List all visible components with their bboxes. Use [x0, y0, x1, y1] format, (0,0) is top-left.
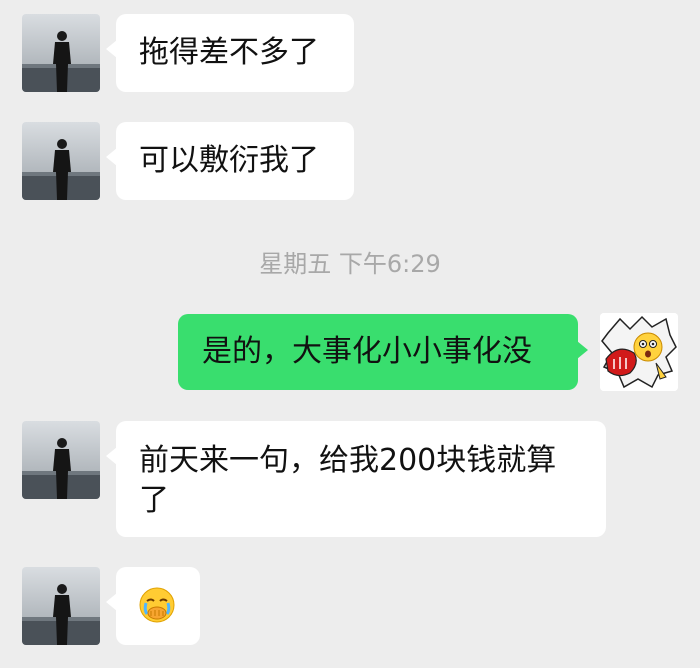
message-bubble-incoming[interactable]: 拖得差不多了	[106, 14, 354, 92]
message-bubble-incoming[interactable]	[106, 567, 200, 645]
contact-avatar[interactable]	[22, 14, 100, 92]
avatar-person-silhouette-icon	[22, 122, 100, 200]
contact-avatar[interactable]	[22, 421, 100, 499]
contact-avatar[interactable]	[22, 122, 100, 200]
face-with-hand-over-mouth-tears-emoji-icon	[139, 587, 175, 623]
message-text-line: 前天来一句，给我200块钱就算	[139, 443, 557, 478]
avatar-person-silhouette-icon	[22, 421, 100, 499]
avatar-person-silhouette-icon	[22, 567, 100, 645]
timestamp-label: 星期五 下午6:29	[259, 250, 441, 278]
chat-window: 拖得差不多了 可以敷衍我了 星期五 下午6:29 是的，大事化小小事化没 前天来…	[0, 0, 700, 668]
avatar-person-silhouette-icon	[22, 14, 100, 92]
message-text: 可以敷衍我了	[139, 143, 319, 178]
message-bubble-incoming[interactable]: 可以敷衍我了	[106, 122, 354, 200]
message-text: 是的，大事化小小事化没	[202, 334, 532, 369]
message-bubble-incoming[interactable]: 前天来一句，给我200块钱就算 了	[106, 421, 606, 537]
message-bubble-outgoing[interactable]: 是的，大事化小小事化没	[178, 314, 588, 390]
contact-avatar[interactable]	[22, 567, 100, 645]
fist-punch-shocked-face-sticker-icon	[600, 313, 678, 391]
self-avatar[interactable]	[600, 313, 678, 391]
message-text: 拖得差不多了	[139, 35, 319, 70]
message-text-line: 了	[139, 483, 169, 518]
